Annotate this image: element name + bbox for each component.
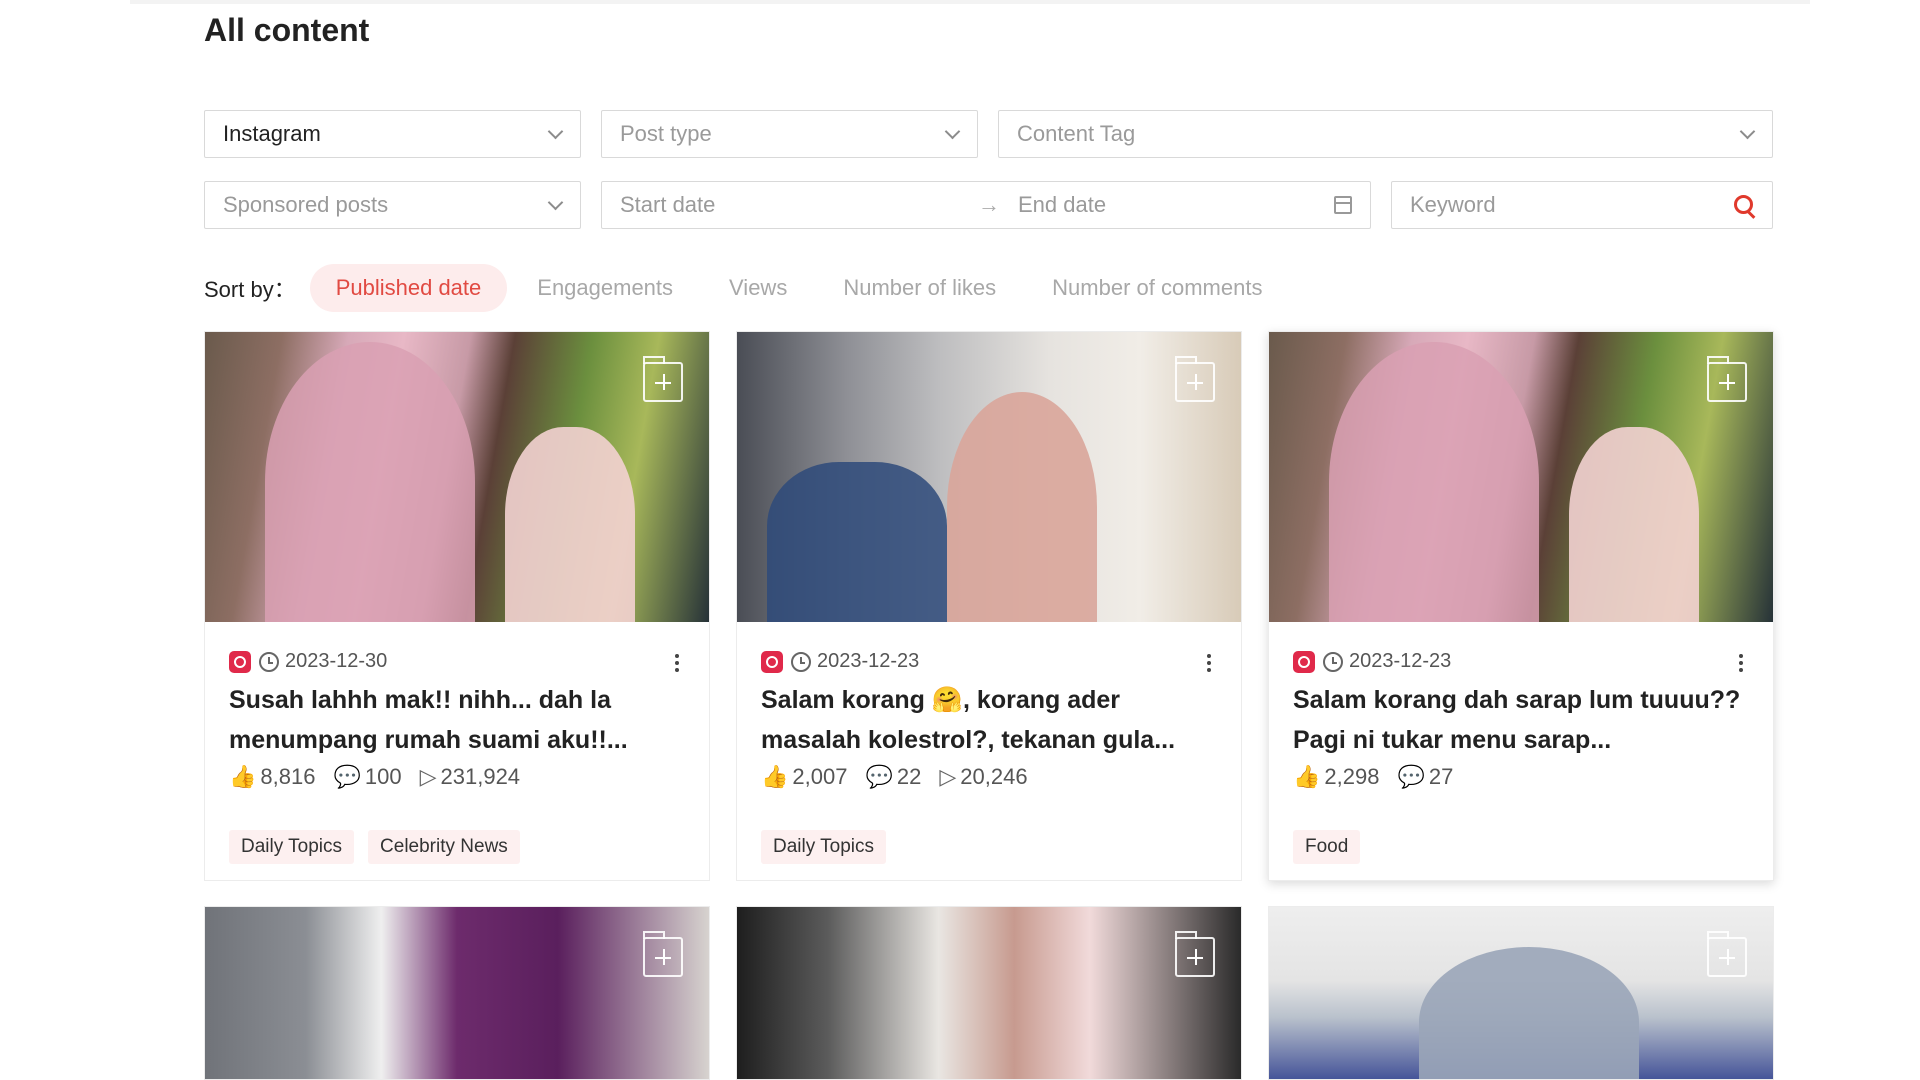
instagram-icon [761,650,783,673]
post-thumbnail[interactable] [737,332,1241,622]
date-range-picker[interactable]: Start date → End date [601,181,1371,229]
like-icon: 👍 [1293,764,1321,789]
play-icon: ▷ [939,764,957,789]
keyword-input[interactable]: Keyword [1410,192,1734,218]
post-stats: 👍 2,007 💬 22 ▷ 20,246 [761,764,1046,790]
content-tag-select[interactable]: Content Tag [998,110,1773,158]
more-options-icon[interactable] [1739,654,1743,672]
post-meta: 2023-12-30 [229,650,387,673]
tag-list: Food [1293,830,1374,864]
content-tag-placeholder: Content Tag [1017,121,1136,146]
instagram-icon [229,650,251,673]
post-title[interactable]: Salam korang dah sarap lum tuuuu?? Pagi … [1293,680,1743,760]
post-stats: 👍 8,816 💬 100 ▷ 231,924 [229,764,538,790]
instagram-icon [1293,650,1315,673]
sponsored-placeholder: Sponsored posts [223,192,389,217]
add-to-collection-icon[interactable] [1707,356,1747,402]
add-to-collection-icon[interactable] [1175,931,1215,977]
content-card[interactable] [736,906,1242,1080]
post-thumbnail[interactable] [1269,907,1773,1079]
tag[interactable]: Daily Topics [761,830,887,864]
tag[interactable]: Food [1293,830,1361,864]
sort-views[interactable]: Views [703,264,813,312]
tag-list: Daily Topics [761,830,900,864]
page-title: All content [204,12,370,48]
post-type-select[interactable]: Post type [601,110,978,158]
comment-icon: 💬 [865,764,893,789]
calendar-icon[interactable] [1334,196,1352,214]
post-meta: 2023-12-23 [761,650,919,673]
post-thumbnail[interactable] [737,907,1241,1079]
more-options-icon[interactable] [675,654,679,672]
post-thumbnail[interactable] [205,907,709,1079]
comments-count: 100 [364,764,402,789]
views-count: 231,924 [440,764,521,789]
tag-list: Daily Topics Celebrity News [229,830,534,864]
content-card[interactable] [1268,906,1774,1080]
comment-icon: 💬 [1397,764,1425,789]
like-icon: 👍 [229,764,257,789]
clock-icon [791,651,811,672]
chevron-down-icon [548,198,562,212]
post-date: 2023-12-30 [285,650,388,672]
sort-comments[interactable]: Number of comments [1026,264,1288,312]
content-card[interactable]: 2023-12-30 Susah lahhh mak!! nihh... dah… [204,331,710,881]
post-type-placeholder: Post type [620,121,712,146]
post-stats: 👍 2,298 💬 27 [1293,764,1471,790]
add-to-collection-icon[interactable] [643,931,683,977]
add-to-collection-icon[interactable] [1707,931,1747,977]
tag[interactable]: Celebrity News [368,830,520,864]
post-thumbnail[interactable] [1269,332,1773,622]
content-card[interactable]: 2023-12-23 Salam korang dah sarap lum tu… [1268,331,1774,881]
post-title[interactable]: Susah lahhh mak!! nihh... dah la menumpa… [229,680,679,760]
search-icon[interactable] [1734,195,1754,215]
sort-engagements[interactable]: Engagements [511,264,699,312]
start-date-input[interactable]: Start date [620,192,960,218]
sort-likes[interactable]: Number of likes [817,264,1022,312]
comment-icon: 💬 [333,764,361,789]
like-icon: 👍 [761,764,789,789]
likes-count: 2,298 [1324,764,1380,789]
tag[interactable]: Daily Topics [229,830,355,864]
chevron-down-icon [548,127,562,141]
content-card[interactable] [204,906,710,1080]
content-card[interactable]: 2023-12-23 Salam korang 🤗, korang ader m… [736,331,1242,881]
comments-count: 27 [1428,764,1454,789]
views-count: 20,246 [960,764,1028,789]
likes-count: 2,007 [792,764,848,789]
platform-value: Instagram [223,121,321,146]
end-date-input[interactable]: End date [1018,192,1334,218]
sponsored-select[interactable]: Sponsored posts [204,181,581,229]
clock-icon [1323,651,1343,672]
comments-count: 22 [896,764,922,789]
sort-label: Sort by： [204,277,296,302]
likes-count: 8,816 [260,764,316,789]
post-date: 2023-12-23 [1349,650,1452,672]
top-edge [130,0,1810,4]
post-date: 2023-12-23 [817,650,920,672]
platform-select[interactable]: Instagram [204,110,581,158]
add-to-collection-icon[interactable] [1175,356,1215,402]
chevron-down-icon [1740,127,1754,141]
play-icon: ▷ [419,764,437,789]
arrow-right-icon: → [978,192,1000,217]
post-thumbnail[interactable] [205,332,709,622]
sort-bar: Sort by： Published date Engagements View… [204,264,1292,312]
chevron-down-icon [945,127,959,141]
sort-published-date[interactable]: Published date [309,264,508,312]
post-meta: 2023-12-23 [1293,650,1451,673]
keyword-search[interactable]: Keyword [1391,181,1773,229]
add-to-collection-icon[interactable] [643,356,683,402]
more-options-icon[interactable] [1207,654,1211,672]
clock-icon [259,651,279,672]
post-title[interactable]: Salam korang 🤗, korang ader masalah kole… [761,680,1211,760]
